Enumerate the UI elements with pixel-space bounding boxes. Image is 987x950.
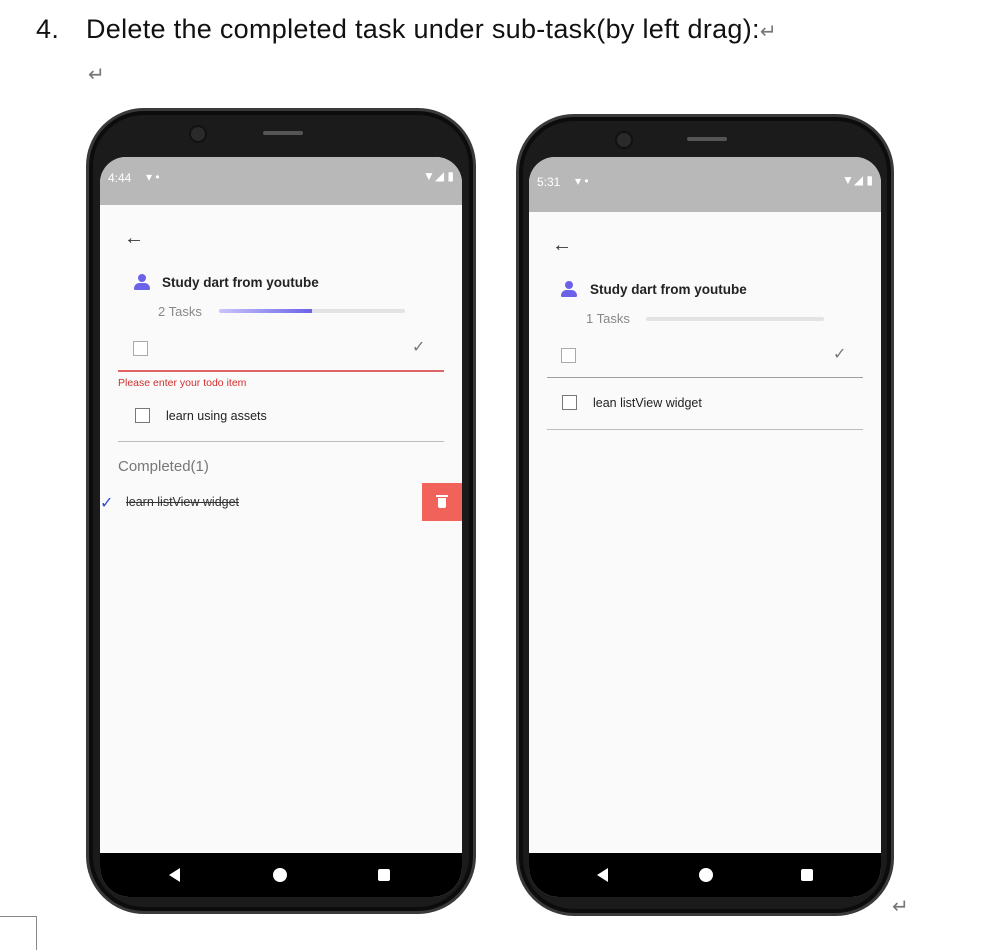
camera-icon [615,131,633,149]
wifi-icon: ▾ • [575,174,589,188]
person-icon [133,274,151,292]
completed-item-label[interactable]: learn listView widget [126,495,239,509]
step-number: 4. [36,14,60,44]
speaker-grille [263,131,303,135]
status-time: 5:31 [537,175,561,189]
nav-back-icon[interactable] [169,868,180,882]
list-item-label: lean listView widget [593,396,702,410]
nav-recent-icon[interactable] [378,869,390,881]
nav-home-icon[interactable] [699,868,713,882]
item-checkbox[interactable] [562,395,577,410]
status-time: 4:44 [108,171,132,185]
signal-battery-icon: ▼◢ ▮ [422,169,454,183]
person-icon [560,281,578,299]
status-bar: 4:44 ▾ • ▼◢ ▮ [100,157,462,205]
tasks-count: 1 Tasks [586,311,630,326]
nav-bar [529,853,881,897]
progress-fill [219,309,312,313]
step-text: Delete the completed task under sub-task… [86,14,760,44]
nav-home-icon[interactable] [273,868,287,882]
return-mark: ↵ [759,21,777,43]
phone-frame-right: 5:31 ▾ • ▼◢ ▮ ← Study dart from youtube … [516,114,894,916]
wifi-icon: ▾ • [146,170,160,184]
return-mark-3: ↵ [892,896,909,918]
tasks-count: 2 Tasks [158,304,202,319]
new-item-underline [118,370,444,372]
task-title: Study dart from youtube [590,282,747,297]
divider [547,429,863,430]
progress-bar [219,309,405,313]
new-item-checkbox[interactable] [561,348,576,363]
submit-check-icon[interactable]: ✓ [412,337,425,357]
completed-check-icon: ✓ [100,495,114,512]
new-item-underline [547,377,863,378]
delete-swipe-background[interactable] [422,483,462,521]
signal-battery-icon: ▼◢ ▮ [841,173,873,187]
item-checkbox[interactable] [135,408,150,423]
back-arrow-icon[interactable]: ← [124,227,144,250]
screen-right: 5:31 ▾ • ▼◢ ▮ ← Study dart from youtube … [529,157,881,897]
page-corner [0,916,37,950]
nav-recent-icon[interactable] [801,869,813,881]
screen-left: 4:44 ▾ • ▼◢ ▮ ← Study dart from youtube … [100,157,462,897]
camera-icon [189,125,207,143]
phone-frame-left: 4:44 ▾ • ▼◢ ▮ ← Study dart from youtube … [86,108,476,914]
new-item-checkbox[interactable] [133,341,148,356]
return-mark-2: ↵ [88,64,105,86]
list-item-label: learn using assets [166,409,267,423]
trash-icon[interactable] [436,495,448,508]
nav-bar [100,853,462,897]
divider [118,441,444,442]
back-arrow-icon[interactable]: ← [552,234,572,257]
status-bar: 5:31 ▾ • ▼◢ ▮ [529,157,881,212]
nav-back-icon[interactable] [597,868,608,882]
progress-bar [646,317,824,321]
completed-header: Completed(1) [118,458,209,475]
instruction-heading: 4. Delete the completed task under sub-ta… [36,14,777,45]
speaker-grille [687,137,727,141]
task-title: Study dart from youtube [162,275,319,290]
submit-check-icon[interactable]: ✓ [833,344,846,364]
error-message: Please enter your todo item [118,377,247,389]
